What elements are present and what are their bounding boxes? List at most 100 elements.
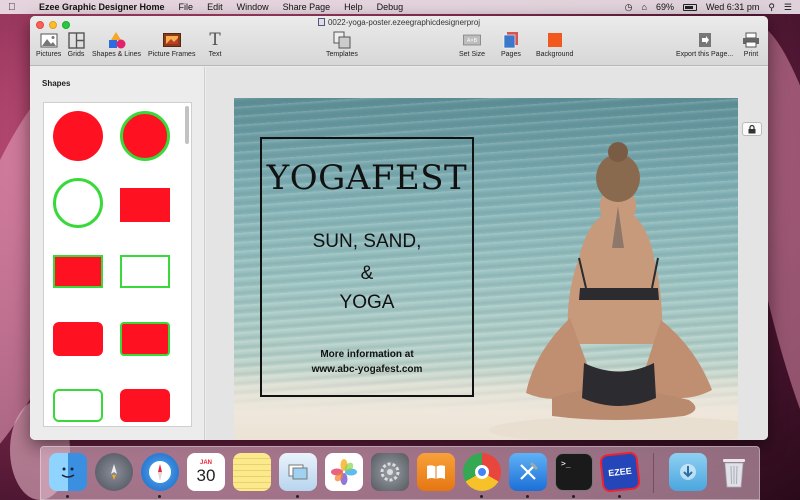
wifi-icon[interactable]: ⌂ (642, 0, 647, 14)
system-preferences-icon[interactable] (371, 453, 409, 491)
document-icon (317, 18, 325, 26)
ibooks-icon[interactable] (417, 453, 455, 491)
set-size-button[interactable]: A×B Set Size (459, 31, 485, 58)
pages-button[interactable]: Pages (501, 31, 521, 58)
poster-page[interactable]: YOGAFEST SUN, SAND, & YOGA More informat… (234, 98, 738, 440)
shape-circle-filled[interactable] (53, 111, 103, 161)
launchpad-icon[interactable] (95, 453, 133, 491)
apple-menu-icon[interactable]:  (8, 2, 22, 13)
poster-info-line-1[interactable]: More information at (262, 349, 472, 360)
lock-button[interactable] (742, 122, 762, 136)
text-icon: T (209, 30, 221, 50)
shape-rectangle-filled-outlined[interactable] (53, 255, 103, 288)
shape-circle-outline[interactable] (53, 178, 103, 228)
panel-title: Shapes (42, 79, 71, 88)
safari-running-indicator (158, 495, 161, 498)
background-button[interactable]: Background (536, 31, 573, 58)
downloads-icon[interactable] (669, 453, 707, 491)
shape-rounded-rectangle-filled-outlined[interactable] (120, 322, 170, 356)
shape-rounded-rectangle-outline[interactable] (53, 389, 103, 422)
shape-rounded-rectangle-filled-2[interactable] (120, 389, 170, 422)
menu-share-page[interactable]: Share Page (276, 2, 338, 12)
shape-rounded-rectangle-filled[interactable] (53, 322, 103, 356)
safari-icon[interactable] (141, 453, 179, 491)
menu-bar:  Ezee Graphic Designer Home File Edit W… (0, 0, 800, 14)
pictures-button[interactable]: Pictures (36, 31, 61, 58)
preview-icon[interactable] (279, 453, 317, 491)
finder-icon[interactable] (49, 453, 87, 491)
export-label: Export this Page... (676, 51, 734, 58)
photos-icon[interactable] (325, 453, 363, 491)
pictures-label: Pictures (36, 51, 62, 58)
templates-button[interactable]: Templates (326, 31, 358, 58)
poster-line-2[interactable]: & (262, 263, 472, 285)
ezee-label: EZEE (607, 465, 633, 479)
notes-icon[interactable] (233, 453, 271, 491)
grids-label: Grids (67, 51, 85, 58)
background-color-icon (546, 31, 564, 49)
menu-help[interactable]: Help (337, 2, 370, 12)
battery-percent: 69% (655, 2, 674, 12)
set-size-icon: A×B (463, 31, 482, 49)
poster-info-line-2[interactable]: www.abc-yogafest.com (262, 364, 472, 375)
grid-icon (67, 31, 85, 49)
document-title: 0022-yoga-poster.ezeegraphicdesignerproj (30, 18, 768, 27)
shapes-lines-button[interactable]: Shapes & Lines (92, 31, 141, 58)
menu-edit[interactable]: Edit (200, 2, 230, 12)
grids-button[interactable]: Grids (67, 31, 85, 58)
printer-icon (742, 31, 760, 49)
dock: JAN 30 >_ EZEE (40, 446, 760, 500)
app-menu[interactable]: Ezee Graphic Designer Home (32, 2, 172, 12)
picture-frame-icon (162, 31, 181, 49)
picture-frames-button[interactable]: Picture Frames (148, 31, 195, 58)
notification-center-icon[interactable]: ☰ (784, 0, 792, 14)
print-label: Print (743, 51, 759, 58)
menu-window[interactable]: Window (230, 2, 276, 12)
poster-line-3[interactable]: YOGA (262, 292, 472, 314)
lock-icon (748, 124, 756, 133)
set-size-label: Set Size (459, 51, 486, 58)
ezee-icon[interactable]: EZEE (599, 451, 641, 493)
text-label: Text (208, 51, 222, 58)
calendar-day: 30 (196, 466, 216, 485)
export-icon (696, 31, 714, 49)
shapes-lines-label: Shapes & Lines (92, 51, 142, 58)
xcode-icon[interactable] (509, 453, 547, 491)
app-window: 0022-yoga-poster.ezeegraphicdesignerproj… (30, 16, 768, 440)
finder-running-indicator (66, 495, 69, 498)
ezee-running-indicator (618, 495, 621, 498)
shape-circle-filled-outlined[interactable] (120, 111, 170, 161)
shapes-panel: Shapes (30, 67, 205, 440)
shapes-scrollbar[interactable] (184, 104, 190, 426)
spotlight-icon[interactable]: ⚲ (768, 0, 775, 14)
clock[interactable]: Wed 6:31 pm (706, 0, 759, 14)
time-machine-icon[interactable]: ◷ (625, 0, 633, 14)
picture-icon (40, 31, 58, 49)
terminal-icon[interactable]: >_ (555, 453, 593, 491)
battery-icon[interactable] (682, 3, 697, 11)
terminal-running-indicator (572, 495, 575, 498)
chrome-icon[interactable] (463, 453, 501, 491)
chrome-running-indicator (480, 495, 483, 498)
shapes-list (43, 102, 192, 427)
shapes-scrollbar-thumb[interactable] (185, 106, 189, 144)
document-title-text: 0022-yoga-poster.ezeegraphicdesignerproj (327, 18, 481, 27)
templates-label: Templates (326, 51, 358, 58)
menu-debug[interactable]: Debug (370, 2, 411, 12)
background-label: Background (536, 51, 574, 58)
trash-icon[interactable] (715, 453, 753, 491)
text-button[interactable]: T Text (206, 30, 224, 58)
poster-title[interactable]: YOGAFEST (262, 158, 472, 198)
pages-icon (502, 31, 520, 49)
calendar-icon[interactable]: JAN 30 (187, 453, 225, 491)
print-button[interactable]: Print (742, 31, 760, 58)
xcode-running-indicator (526, 495, 529, 498)
export-page-button[interactable]: Export this Page... (676, 31, 733, 58)
shape-rectangle-filled[interactable] (120, 188, 170, 222)
templates-icon (333, 31, 351, 49)
poster-line-1[interactable]: SUN, SAND, (262, 231, 472, 253)
menu-file[interactable]: File (172, 2, 201, 12)
poster-text-frame[interactable]: YOGAFEST SUN, SAND, & YOGA More informat… (260, 137, 474, 397)
pages-label: Pages (501, 51, 521, 58)
shape-rectangle-outline[interactable] (120, 255, 170, 288)
